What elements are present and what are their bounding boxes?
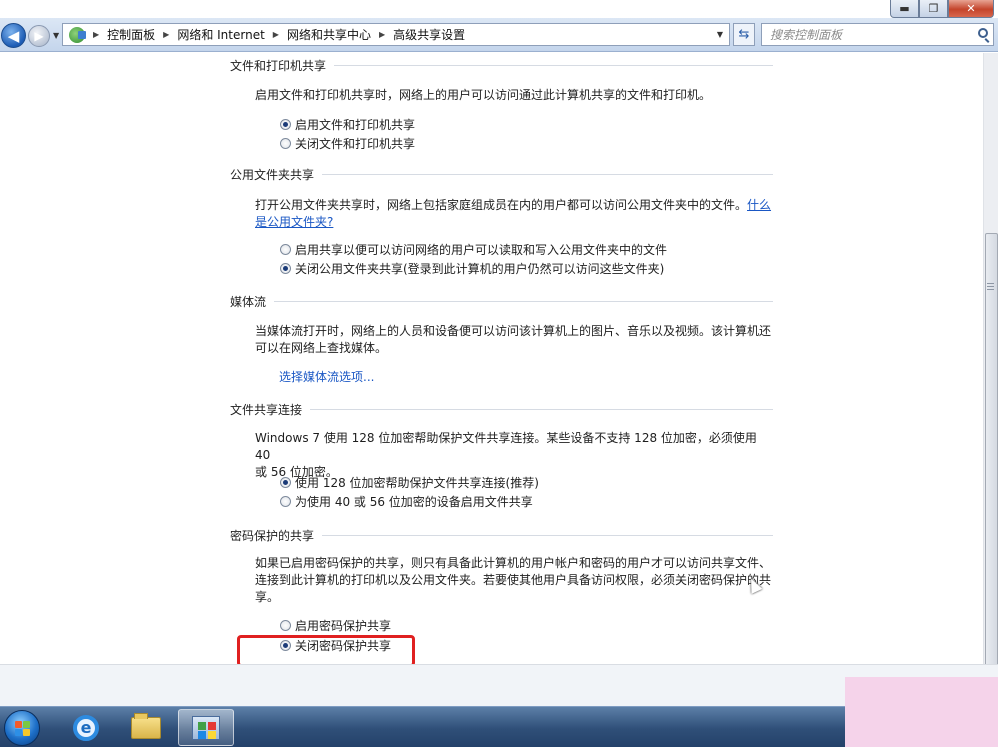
- search-input[interactable]: 搜索控制面板: [761, 23, 994, 46]
- section-divider: [334, 64, 773, 66]
- breadcrumb-arrow-icon[interactable]: ▶: [273, 30, 279, 39]
- radio-unselected-icon[interactable]: [280, 137, 291, 149]
- description-text: 打开公用文件夹共享时，网络上包括家庭组成员在内的用户都可以访问公用文件夹中的文件…: [255, 198, 748, 212]
- navigation-bar: ◀ ▶ ▼ ▶ 控制面板 ▶ 网络和 Internet ▶ 网络和共享中心 ▶ …: [0, 18, 998, 52]
- section-header: 媒体流: [230, 293, 773, 309]
- description-line: 可以在网络上查找媒体。: [255, 341, 388, 355]
- choose-media-streaming-options-link[interactable]: 选择媒体流选项...: [279, 368, 374, 385]
- section-title: 公用文件夹共享: [230, 167, 315, 182]
- internet-explorer-icon: e: [73, 714, 99, 741]
- radio-unselected-icon[interactable]: [280, 243, 291, 255]
- media-streaming-options-row: 选择媒体流选项...: [279, 368, 374, 384]
- radio-enable-public-folder-sharing[interactable]: 启用共享以便可以访问网络的用户可以读取和写入公用文件夹中的文件: [280, 241, 667, 257]
- search-icon[interactable]: [978, 28, 988, 38]
- section-password-protected-sharing: 密码保护的共享 如果已启用密码保护的共享，则只有具备此计算机的用户帐户和密码的用…: [230, 527, 773, 653]
- minimize-button[interactable]: ▬: [890, 0, 919, 18]
- settings-content: 文件和打印机共享 启用文件和打印机共享时，网络上的用户可以访问通过此计算机共享的…: [0, 53, 983, 664]
- address-bar[interactable]: ▶ 控制面板 ▶ 网络和 Internet ▶ 网络和共享中心 ▶ 高级共享设置…: [62, 23, 730, 46]
- radio-enable-password-protected-sharing[interactable]: 启用密码保护共享: [280, 617, 391, 633]
- recent-pages-dropdown-icon[interactable]: ▼: [53, 31, 59, 40]
- radio-disable-public-folder-sharing[interactable]: 关闭公用文件夹共享(登录到此计算机的用户仍然可以访问这些文件夹): [280, 260, 664, 276]
- section-title: 文件和打印机共享: [230, 58, 327, 73]
- refresh-icon: ⇆: [738, 27, 750, 42]
- description-line: 连接到此计算机的打印机以及公用文件夹。若要使其他用户具备访问权限，必须关闭密码保…: [255, 573, 772, 587]
- breadcrumb-control-panel[interactable]: 控制面板: [107, 26, 155, 43]
- section-media-streaming: 媒体流 当媒体流打开时，网络上的人员和设备便可以访问该计算机上的图片、音乐以及视…: [230, 293, 773, 384]
- what-is-public-folder-link-cont[interactable]: 是公用文件夹?: [255, 215, 333, 229]
- section-header: 文件共享连接: [230, 401, 773, 417]
- radio-label[interactable]: 启用文件和打印机共享: [295, 116, 415, 133]
- taskbar-internet-explorer[interactable]: e: [58, 709, 114, 746]
- section-header: 公用文件夹共享: [230, 166, 773, 182]
- red-highlight-box: [237, 635, 415, 667]
- radio-label[interactable]: 使用 128 位加密帮助保护文件共享连接(推荐): [295, 474, 539, 491]
- section-divider: [322, 173, 773, 175]
- breadcrumb-arrow-icon[interactable]: ▶: [93, 30, 99, 39]
- taskbar-control-panel[interactable]: [178, 709, 234, 746]
- section-title: 密码保护的共享: [230, 528, 315, 543]
- section-public-folder-sharing: 公用文件夹共享 打开公用文件夹共享时，网络上包括家庭组成员在内的用户都可以访问公…: [230, 166, 773, 276]
- radio-128bit-encryption[interactable]: 使用 128 位加密帮助保护文件共享连接(推荐): [280, 474, 539, 490]
- scrollbar-grip-icon: [987, 283, 994, 291]
- close-button[interactable]: ✕: [948, 0, 994, 18]
- control-panel-icon: [192, 715, 220, 740]
- radio-label[interactable]: 为使用 40 或 56 位加密的设备启用文件共享: [295, 493, 533, 510]
- section-file-sharing-connections: 文件共享连接 Windows 7 使用 128 位加密帮助保护文件共享连接。某些…: [230, 401, 773, 509]
- radio-unselected-icon[interactable]: [280, 619, 291, 631]
- section-description: 打开公用文件夹共享时，网络上包括家庭组成员在内的用户都可以访问公用文件夹中的文件…: [255, 197, 775, 231]
- section-header: 密码保护的共享: [230, 527, 773, 543]
- start-button[interactable]: [4, 710, 40, 746]
- refresh-button[interactable]: ⇆: [733, 23, 755, 46]
- section-description: 如果已启用密码保护的共享，则只有具备此计算机的用户帐户和密码的用户才可以访问共享…: [255, 555, 785, 606]
- description-line: Windows 7 使用 128 位加密帮助保护文件共享连接。某些设备不支持 1…: [255, 431, 757, 462]
- description-line: 当媒体流打开时，网络上的人员和设备便可以访问该计算机上的图片、音乐以及视频。该计…: [255, 324, 772, 338]
- section-description: 当媒体流打开时，网络上的人员和设备便可以访问该计算机上的图片、音乐以及视频。该计…: [255, 323, 775, 357]
- radio-selected-icon[interactable]: [280, 476, 291, 488]
- control-panel-address-icon: [69, 26, 86, 43]
- forward-button[interactable]: ▶: [28, 25, 50, 47]
- search-placeholder: 搜索控制面板: [770, 28, 843, 42]
- radio-label[interactable]: 关闭文件和打印机共享: [295, 135, 415, 152]
- breadcrumb-arrow-icon[interactable]: ▶: [379, 30, 385, 39]
- folder-icon: [131, 712, 161, 739]
- section-divider: [322, 534, 773, 536]
- section-description: 启用文件和打印机共享时，网络上的用户可以访问通过此计算机共享的文件和打印机。: [255, 88, 712, 102]
- radio-label[interactable]: 启用共享以便可以访问网络的用户可以读取和写入公用文件夹中的文件: [295, 241, 667, 258]
- section-file-printer-sharing: 文件和打印机共享 启用文件和打印机共享时，网络上的用户可以访问通过此计算机共享的…: [230, 57, 773, 151]
- radio-label[interactable]: 关闭公用文件夹共享(登录到此计算机的用户仍然可以访问这些文件夹): [295, 260, 664, 277]
- watermark-overlay: [845, 677, 998, 747]
- section-title: 媒体流: [230, 294, 267, 309]
- section-title: 文件共享连接: [230, 402, 303, 417]
- radio-enable-file-printer-sharing[interactable]: 启用文件和打印机共享: [280, 116, 415, 132]
- radio-selected-icon[interactable]: [280, 118, 291, 130]
- breadcrumb-arrow-icon[interactable]: ▶: [163, 30, 169, 39]
- section-divider: [274, 300, 773, 302]
- advanced-sharing-settings-window: ▬ ❐ ✕ ◀ ▶ ▼ ▶ 控制面板 ▶ 网络和 Internet ▶ 网络和共…: [0, 0, 998, 747]
- radio-label[interactable]: 启用密码保护共享: [295, 617, 391, 634]
- maximize-button[interactable]: ❐: [919, 0, 948, 18]
- radio-disable-file-printer-sharing[interactable]: 关闭文件和打印机共享: [280, 135, 415, 151]
- address-dropdown-icon[interactable]: ▼: [717, 30, 723, 39]
- description-line: 如果已启用密码保护的共享，则只有具备此计算机的用户帐户和密码的用户才可以访问共享…: [255, 556, 772, 570]
- breadcrumb-advanced-sharing[interactable]: 高级共享设置: [393, 26, 465, 43]
- back-button[interactable]: ◀: [1, 23, 26, 48]
- section-divider: [310, 408, 773, 410]
- caption-buttons: ▬ ❐ ✕: [890, 0, 994, 20]
- radio-unselected-icon[interactable]: [280, 495, 291, 507]
- what-is-public-folder-link[interactable]: 什么: [747, 198, 771, 212]
- breadcrumb-network-internet[interactable]: 网络和 Internet: [177, 26, 264, 43]
- section-header: 文件和打印机共享: [230, 57, 773, 73]
- taskbar-windows-explorer[interactable]: [118, 709, 174, 746]
- scrollbar-thumb[interactable]: [985, 233, 998, 703]
- radio-40-56bit-encryption[interactable]: 为使用 40 或 56 位加密的设备启用文件共享: [280, 493, 533, 509]
- vertical-scrollbar[interactable]: [983, 53, 998, 703]
- description-line: 享。: [255, 590, 280, 604]
- breadcrumb-network-sharing-center[interactable]: 网络和共享中心: [287, 26, 371, 43]
- radio-selected-icon[interactable]: [280, 262, 291, 274]
